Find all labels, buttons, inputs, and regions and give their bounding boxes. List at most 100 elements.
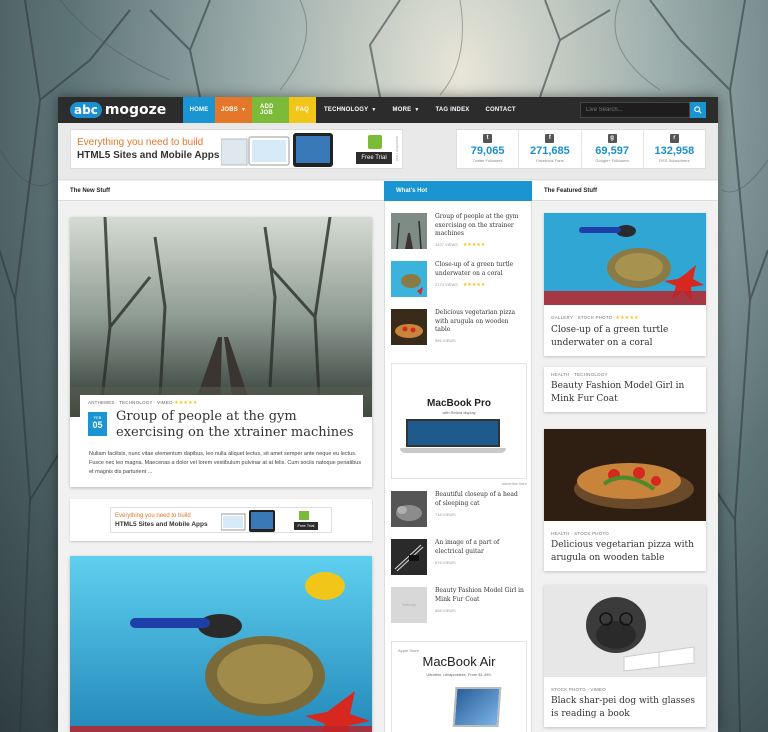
social-counters: t 79,065 Twitter Followers f 271,685 Fac… [456,129,706,169]
date-badge: FEB 05 [88,412,107,436]
laptop-screen-image [406,419,500,447]
forest-railway-image[interactable] [70,216,372,418]
nav-item-label: HOME [189,107,209,113]
column-heading-hot: What's Hot [384,181,532,201]
dog-reading-image [544,585,706,677]
ad-tagline: Everything you need to build [77,137,204,148]
ad-tagline: Everything you need to build [115,513,191,519]
twitter-icon: t [483,134,493,143]
nav-item-label: TECHNOLOGY [324,107,369,113]
main-post-title[interactable]: Group of people at the gym exercising on… [116,409,356,441]
post-categories: STOCK PHOTO · VIMEO [551,687,606,692]
placeholder-thumbnail: Nobody [391,587,427,623]
date-day: 05 [92,420,103,430]
hot-item[interactable]: Nobody Beauty Fashion Model Girl in Mink… [391,587,527,627]
inline-ad-banner: Everything you need to build HTML5 Sites… [110,507,332,533]
rating-stars: ★★★★★ [462,282,486,288]
hot-item[interactable]: Delicious vegetarian pizza with arugula … [391,309,527,349]
search-box [580,102,706,118]
second-post-card[interactable] [70,556,372,732]
counter-rss[interactable]: r 132,958 RSS Subscribers [644,130,705,168]
featured-title[interactable]: Black shar-pei dog with glasses is readi… [544,692,706,727]
counter-value: 79,065 [470,145,505,157]
hot-item-title: Close-up of a green turtle underwater on… [435,261,514,277]
hot-item[interactable]: An image of a part of electrical guitar … [391,539,527,579]
caret-down-icon: ▼ [241,107,247,113]
search-input[interactable] [580,102,690,118]
macbook-pro-advertisement[interactable]: MacBook Pro with Retina display [391,363,527,479]
site-container: abc mogoze HOME JOBS ▼ ADD JOB FAQ TECHNO… [58,97,718,732]
nav-item-add-job[interactable]: ADD JOB [252,97,289,123]
caret-down-icon: ▼ [414,107,420,113]
ad-headline: HTML5 Sites and Mobile Apps [115,521,208,528]
nav-item-tag-index[interactable]: TAG INDEX [427,97,477,123]
forest-thumbnail [391,213,427,249]
featured-card[interactable]: HEALTH · TECHNOLOGY Beauty Fashion Model… [544,367,706,412]
diver-turtle-image[interactable] [70,556,372,732]
nav-item-faq[interactable]: FAQ [289,97,316,123]
macbook-air-advertisement[interactable]: Apple Store MacBook Air Ultrathin, ultra… [391,641,527,732]
search-button[interactable] [690,102,706,118]
main-post-caption: ANTHEMES · TECHNOLOGY · VIMEO ★★★★★ FEB … [80,395,363,447]
inline-advertisement[interactable]: Everything you need to build HTML5 Sites… [70,499,372,541]
nav-menu: HOME JOBS ▼ ADD JOB FAQ TECHNOLOGY ▼ MORE ▼… [183,97,524,123]
counter-googleplus[interactable]: g 69,597 Google+ Followers [582,130,644,168]
googleplus-icon: g [607,134,617,143]
counter-facebook[interactable]: f 271,685 Facebook Fans [519,130,582,168]
featured-title[interactable]: Close-up of a green turtle underwater on… [544,321,706,356]
search-icon [694,106,702,114]
counter-label: RSS Subscribers [659,158,690,163]
nav-item-home[interactable]: HOME [183,97,215,123]
featured-card[interactable]: HEALTH · STOCK PHOTO Delicious vegetaria… [544,429,706,571]
caret-down-icon: ▼ [371,107,377,113]
header-advertisement[interactable]: Everything you need to build HTML5 Sites… [70,129,403,169]
view-count: 2174 VIEWS [435,282,458,287]
post-meta: STOCK PHOTO · VIMEO [544,682,706,692]
post-categories: ANTHEMES · TECHNOLOGY · VIMEO [88,400,173,405]
rating-stars: ★★★★★ [174,400,198,406]
nav-item-label: JOBS [220,107,238,113]
hot-item[interactable]: Close-up of a green turtle underwater on… [391,261,527,301]
site-logo[interactable]: abc mogoze [58,102,183,118]
nav-item-jobs[interactable]: JOBS ▼ [215,97,252,123]
hot-item[interactable]: Group of people at the gym exercising on… [391,213,527,253]
advertise-here-label[interactable]: advertise here [502,481,527,486]
hot-item[interactable]: Beautiful closeup of a head of sleeping … [391,491,527,531]
nav-item-technology[interactable]: TECHNOLOGY ▼ [316,97,385,123]
top-navigation: abc mogoze HOME JOBS ▼ ADD JOB FAQ TECHNO… [58,97,718,123]
counter-twitter[interactable]: t 79,065 Twitter Followers [457,130,520,168]
nav-item-contact[interactable]: CONTACT [478,97,524,123]
apple-store-label: Apple Store [398,648,419,653]
free-trial-button[interactable]: Free Trial [356,152,392,164]
rss-icon: r [669,134,679,143]
featured-card[interactable]: GALLERY · STOCK PHOTO ★★★★★ Close-up of a… [544,213,706,356]
view-count: 986 VIEWS [435,338,456,343]
hot-item-title: Delicious vegetarian pizza with arugula … [435,309,516,333]
hot-item-title: An image of a part of electrical guitar [435,539,500,555]
rating-stars: ★★★★★ [462,242,486,248]
pizza-thumbnail [391,309,427,345]
featured-card[interactable]: STOCK PHOTO · VIMEO Black shar-pei dog w… [544,585,706,727]
hot-item-views: 676 VIEWS [435,560,456,565]
ad-brand-logo [299,511,309,520]
featured-title[interactable]: Beauty Fashion Model Girl in Mink Fur Co… [544,377,706,412]
nav-item-label: TAG INDEX [435,107,470,113]
hot-item-title: Beauty Fashion Model Girl in Mink Fur Co… [435,587,524,603]
hot-item-views: 718 VIEWS [435,512,456,517]
date-month: FEB [93,415,102,420]
view-count: 718 VIEWS [435,512,456,517]
laptop-screen-image [452,687,502,727]
free-trial-button[interactable]: Free Trial [294,522,318,530]
hot-item-views: 986 VIEWS [435,338,456,343]
logo-text: mogoze [104,102,167,118]
featured-title[interactable]: Delicious vegetarian pizza with arugula … [544,536,706,571]
view-count: 668 VIEWS [435,608,456,613]
ad-product-subtitle: with Retina display [442,410,476,415]
main-post-card[interactable]: ANTHEMES · TECHNOLOGY · VIMEO ★★★★★ FEB … [70,216,372,487]
devices-illustration [221,510,275,532]
facebook-icon: f [545,134,555,143]
post-meta: HEALTH · STOCK PHOTO [544,526,706,536]
nav-item-more[interactable]: MORE ▼ [385,97,428,123]
ad-product-title: MacBook Air [422,654,496,669]
header: Everything you need to build HTML5 Sites… [58,123,718,180]
